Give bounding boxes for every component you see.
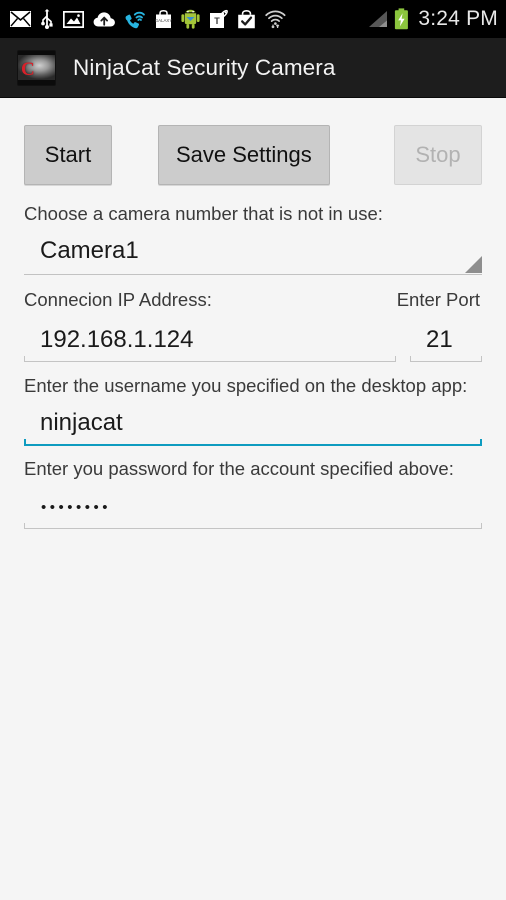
app-logo-letter-c: C — [21, 58, 35, 80]
status-bar-system-icons: 3:24 PM — [367, 7, 498, 31]
play-store-icon — [237, 9, 256, 29]
wifi-signal-icon — [265, 9, 286, 29]
app-logo-icon: C — [17, 49, 56, 86]
start-button[interactable]: Start — [24, 125, 112, 185]
wifi-call-icon — [125, 10, 146, 29]
galaxy-apps-icon: GALAXY — [155, 9, 172, 29]
connection-labels-row: Connecion IP Address: Enter Port — [24, 275, 482, 314]
chevron-down-icon — [465, 256, 482, 274]
page-title: NinjaCat Security Camera — [73, 54, 336, 80]
port-input[interactable] — [410, 317, 482, 358]
ip-address-label: Connecion IP Address: — [24, 289, 212, 311]
android-robot-icon — [181, 9, 200, 29]
stop-button: Stop — [394, 125, 482, 185]
camera-select-label: Choose a camera number that is not in us… — [24, 203, 383, 224]
username-focused-underline — [24, 439, 482, 447]
connection-fields-row — [24, 315, 482, 364]
ip-address-underline — [24, 355, 396, 362]
battery-charging-icon — [394, 8, 409, 30]
port-label: Enter Port — [396, 289, 480, 311]
username-input[interactable] — [24, 401, 482, 442]
password-underline — [24, 522, 482, 529]
svg-text:T: T — [214, 16, 220, 26]
camera-spinner-value: Camera1 — [40, 237, 139, 265]
port-field[interactable] — [410, 317, 482, 364]
tmobile-tag-icon: T — [209, 9, 228, 29]
email-icon — [10, 11, 31, 27]
password-input[interactable] — [24, 484, 482, 525]
action-bar: C NinjaCat Security Camera — [0, 38, 506, 98]
port-underline — [410, 355, 482, 362]
status-bar[interactable]: GALAXY T 3:24 PM — [0, 0, 506, 38]
password-label: Enter you password for the account speci… — [24, 458, 454, 480]
settings-form: Start Save Settings Stop Choose a camera… — [0, 98, 506, 531]
ip-address-input[interactable] — [24, 317, 396, 358]
camera-number-spinner[interactable]: Camera1 — [24, 230, 482, 276]
cloud-upload-icon — [93, 11, 116, 28]
save-settings-button[interactable]: Save Settings — [158, 125, 330, 185]
cell-signal-icon — [367, 10, 389, 29]
password-field[interactable] — [24, 484, 482, 531]
username-field[interactable] — [24, 401, 482, 447]
status-bar-notification-icons: GALAXY T — [10, 9, 367, 29]
action-button-row: Start Save Settings Stop — [24, 98, 482, 189]
username-label: Enter the username you specified on the … — [24, 374, 468, 396]
photo-icon — [62, 10, 85, 28]
svg-text:GALAXY: GALAXY — [155, 18, 172, 23]
status-bar-clock: 3:24 PM — [418, 7, 498, 30]
usb-icon — [40, 9, 54, 29]
ip-address-field[interactable] — [24, 317, 396, 364]
